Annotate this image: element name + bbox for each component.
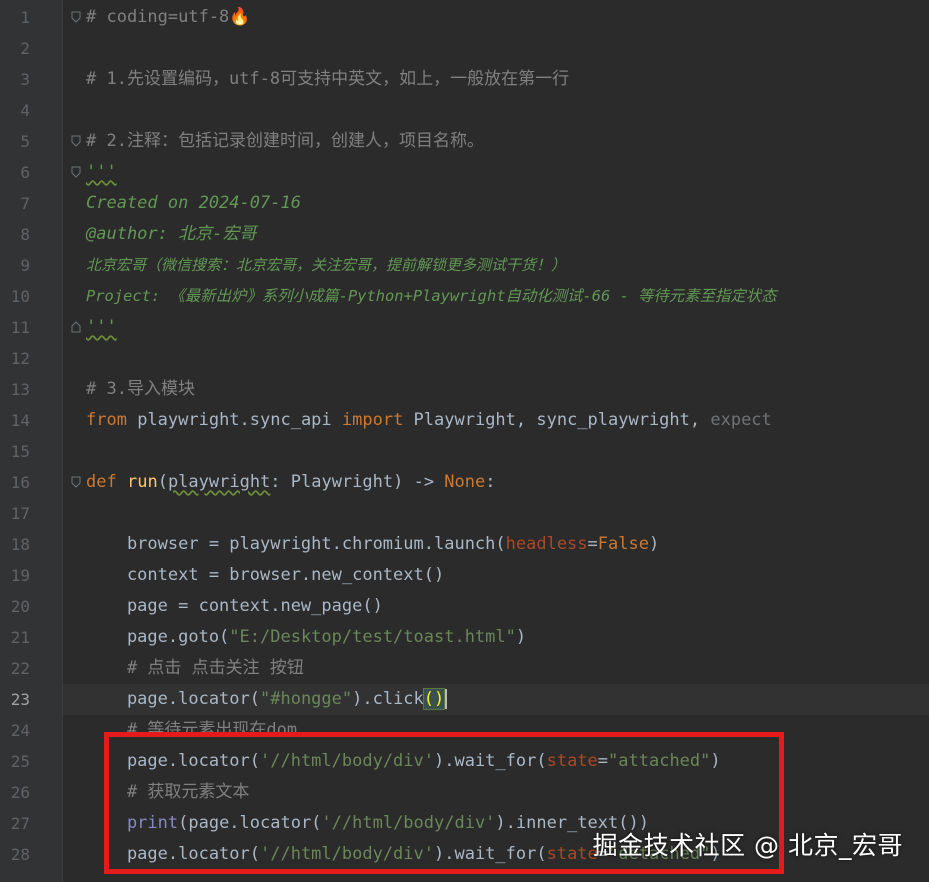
line-number: 13	[10, 380, 30, 399]
line-number-current: 23	[10, 690, 30, 709]
keyword: from	[86, 410, 127, 430]
fold-end-marker-icon[interactable]	[71, 321, 81, 333]
code-token: : Playwright) ->	[270, 472, 445, 492]
code-line[interactable]: @author: 北京-宏哥	[86, 219, 256, 250]
code-token: page.goto(	[86, 627, 230, 647]
code-line-current[interactable]: page.locator("#hongge").click()	[86, 684, 448, 715]
code-line[interactable]: 北京宏哥（微信搜索：北京宏哥，关注宏哥，提前解锁更多测试干货！）	[86, 250, 566, 281]
code-token: playwright.sync_api	[126, 410, 342, 430]
line-number: 28	[10, 845, 30, 864]
keyword-argument: headless	[505, 534, 588, 554]
bracket-match: ()	[422, 688, 446, 710]
line-number: 21	[10, 628, 30, 647]
code-line[interactable]: from playwright.sync_api import Playwrig…	[86, 405, 772, 436]
code-line[interactable]: # 3.导入模块	[86, 374, 195, 405]
function-name: run	[126, 472, 158, 492]
code-line[interactable]: '''	[86, 157, 117, 188]
line-number: 5	[20, 132, 30, 151]
line-number: 25	[10, 752, 30, 771]
code-editor[interactable]: 1 2 3 4 5 6 7 8 9 10 11 12 13 14 15 16 1…	[0, 0, 929, 882]
line-number: 7	[20, 194, 30, 213]
code-token: Playwright, sync_playwright,	[403, 410, 701, 430]
line-number: 8	[20, 225, 30, 244]
line-number: 1	[20, 8, 30, 27]
line-number: 3	[20, 70, 30, 89]
string-literal: "E:/Desktop/test/toast.html"	[229, 627, 516, 647]
code-line[interactable]: page.goto("E:/Desktop/test/toast.html")	[86, 622, 526, 653]
line-number: 24	[10, 721, 30, 740]
line-number: 26	[10, 783, 30, 802]
line-number: 10	[10, 287, 30, 306]
code-line[interactable]: # 1.先设置编码，utf-8可支持中英文，如上，一般放在第一行	[86, 64, 569, 95]
fold-marker-icon[interactable]	[71, 166, 81, 178]
line-number: 9	[20, 256, 30, 275]
line-number: 12	[10, 349, 30, 368]
line-number: 27	[10, 814, 30, 833]
line-number: 19	[10, 566, 30, 585]
code-token: ).click	[352, 689, 424, 709]
gutter-separator	[62, 0, 63, 882]
keyword: import	[341, 410, 404, 430]
fold-marker-icon[interactable]	[71, 11, 81, 23]
code-line[interactable]: Created on 2024-07-16	[86, 188, 301, 219]
parameter: playwright	[167, 472, 271, 492]
code-token: page.locator(	[86, 689, 260, 709]
watermark: 掘金技术社区 @ 北京_宏哥	[592, 831, 903, 860]
string-literal: "#hongge"	[260, 689, 353, 709]
code-line[interactable]: page = context.new_page()	[86, 591, 383, 622]
line-number: 17	[10, 504, 30, 523]
line-number: 14	[10, 411, 30, 430]
code-line[interactable]: browser = playwright.chromium.launch(hea…	[86, 529, 659, 560]
fold-marker-icon[interactable]	[71, 135, 81, 147]
fold-marker-icon[interactable]	[71, 476, 81, 488]
code-token: )	[515, 627, 527, 647]
line-number: 16	[10, 473, 30, 492]
code-line[interactable]: Project: 《最新出炉》系列小成篇-Python+Playwright自动…	[86, 281, 777, 312]
line-number: 22	[10, 659, 30, 678]
code-token: browser = playwright.chromium.launch(	[86, 534, 506, 554]
code-line[interactable]: # 点击 点击关注 按钮	[86, 653, 304, 684]
unused-import: expect	[700, 410, 772, 430]
line-number: 20	[10, 597, 30, 616]
line-number: 4	[20, 101, 30, 120]
code-line[interactable]: context = browser.new_context()	[86, 560, 444, 591]
keyword: False	[597, 534, 649, 554]
line-number: 11	[10, 318, 30, 337]
line-number: 15	[10, 442, 30, 461]
code-line[interactable]: # coding=utf-8🔥	[86, 2, 250, 33]
code-token: :	[485, 472, 496, 492]
code-line[interactable]: def run(playwright: Playwright) -> None:	[86, 467, 496, 498]
line-number: 2	[20, 39, 30, 58]
code-token: )	[648, 534, 660, 554]
line-number: 18	[10, 535, 30, 554]
text-caret	[445, 689, 448, 709]
code-token: (	[157, 472, 168, 492]
line-number: 6	[20, 163, 30, 182]
code-token: =	[587, 534, 598, 554]
code-line[interactable]: # 2.注释：包括记录创建时间，创建人，项目名称。	[86, 126, 484, 157]
keyword: None	[444, 472, 486, 492]
keyword: def	[86, 472, 117, 492]
code-line[interactable]: '''	[86, 312, 117, 343]
